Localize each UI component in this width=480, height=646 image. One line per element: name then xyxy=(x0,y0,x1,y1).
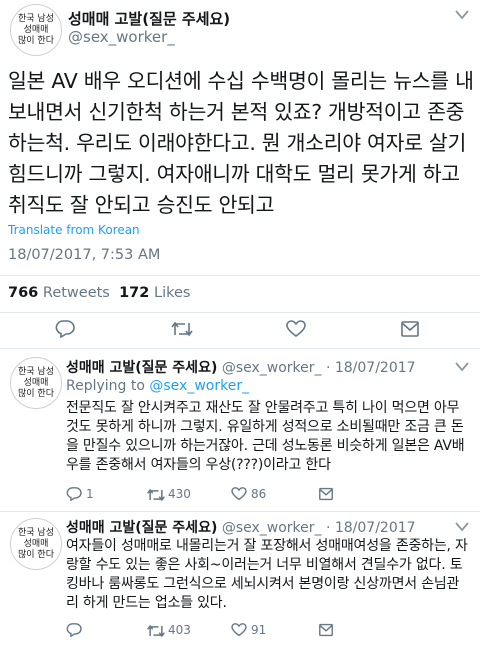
avatar-text: 한국 남성 성매매 많이 한다 xyxy=(18,527,54,560)
reply-header: 성매매 고발(질문 주세요) @sex_worker_ · 18/07/2017 xyxy=(66,357,416,377)
reply-text: 전문직도 잘 안시켜주고 재산도 잘 안물려주고 특히 나이 먹으면 아무것도 … xyxy=(66,400,465,473)
retweet-icon[interactable] xyxy=(170,321,194,337)
reply-header: 성매매 고발(질문 주세요) @sex_worker_ · 18/07/2017 xyxy=(66,517,416,537)
divider xyxy=(0,348,480,349)
share-icon[interactable] xyxy=(318,623,334,637)
translate-link[interactable]: Translate from Korean xyxy=(8,223,140,237)
like-count: 86 xyxy=(251,487,267,501)
replying-to: Replying to @sex_worker_ xyxy=(66,378,249,394)
reply-icon[interactable] xyxy=(66,487,82,501)
like-count[interactable]: 172 xyxy=(119,285,149,301)
tweet-text: 일본 AV 배우 오디션에 수십 수백명이 몰리는 뉴스를 내보내면서 신기한척… xyxy=(8,69,474,217)
retweet-label[interactable]: Retweets xyxy=(43,285,110,301)
avatar-text: 한국 남성 성매매 많이 한다 xyxy=(18,13,54,46)
divider xyxy=(0,275,480,276)
reply-icon[interactable] xyxy=(55,320,75,338)
share-icon[interactable] xyxy=(318,487,334,501)
share-icon[interactable] xyxy=(400,320,420,338)
retweet-count: 430 xyxy=(168,487,191,501)
replying-to-handle[interactable]: @sex_worker_ xyxy=(149,378,249,394)
reply-display-name[interactable]: 성매매 고발(질문 주세요) xyxy=(66,520,217,536)
reply-display-name[interactable]: 성매매 고발(질문 주세요) xyxy=(66,360,217,376)
retweet-count: 403 xyxy=(168,623,191,637)
author-handle[interactable]: @sex_worker_ xyxy=(68,28,175,46)
author-display-name[interactable]: 성매매 고발(질문 주세요) xyxy=(68,8,230,29)
like-icon[interactable] xyxy=(286,320,306,338)
reply-handle-date[interactable]: @sex_worker_ · 18/07/2017 xyxy=(222,360,416,376)
retweet-icon[interactable] xyxy=(146,624,166,638)
chevron-down-icon[interactable] xyxy=(455,522,469,532)
retweet-icon[interactable] xyxy=(146,488,166,502)
retweet-count[interactable]: 766 xyxy=(8,285,38,301)
author-avatar[interactable]: 한국 남성 성매매 많이 한다 xyxy=(10,4,62,56)
tweet-stats: 766 Retweets 172 Likes xyxy=(8,285,190,301)
divider xyxy=(0,511,480,512)
divider xyxy=(0,312,480,313)
chevron-down-icon[interactable] xyxy=(455,10,469,20)
like-icon[interactable] xyxy=(231,487,247,501)
tweet-timestamp: 18/07/2017, 7:53 AM xyxy=(8,247,161,263)
reply-text: 여자들이 성매매로 내몰리는거 잘 포장해서 성매매여성을 존중하는, 자랑할 … xyxy=(66,538,468,611)
reply-count: 1 xyxy=(86,487,94,501)
like-label[interactable]: Likes xyxy=(154,285,190,301)
chevron-down-icon[interactable] xyxy=(455,362,469,372)
replying-to-label: Replying to xyxy=(66,378,145,394)
reply-actions: 403 91 xyxy=(66,622,470,640)
like-count: 91 xyxy=(251,623,267,637)
reply-icon[interactable] xyxy=(66,623,82,637)
reply-actions: 1 430 86 xyxy=(66,486,470,504)
avatar-text: 한국 남성 성매매 많이 한다 xyxy=(18,366,54,399)
reply-handle-date[interactable]: @sex_worker_ · 18/07/2017 xyxy=(222,520,416,536)
reply-avatar[interactable]: 한국 남성 성매매 많이 한다 xyxy=(10,357,62,409)
like-icon[interactable] xyxy=(231,623,247,637)
reply-avatar[interactable]: 한국 남성 성매매 많이 한다 xyxy=(10,518,62,570)
